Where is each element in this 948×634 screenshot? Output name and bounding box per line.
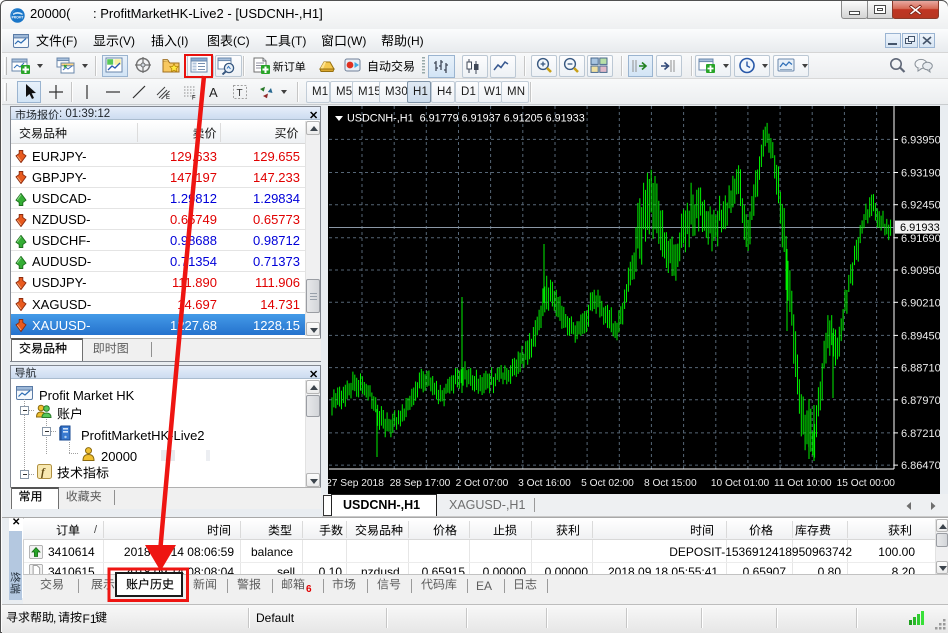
svg-text:6.93190: 6.93190 (901, 168, 940, 180)
svg-text:8 Oct 15:00: 8 Oct 15:00 (644, 478, 697, 489)
svg-text:6.86470: 6.86470 (901, 460, 940, 472)
svg-text:3 Oct 16:00: 3 Oct 16:00 (518, 478, 571, 489)
svg-text:E: E (166, 95, 170, 100)
svg-text:6.91933: 6.91933 (900, 222, 940, 234)
svg-text:15 Oct 00:00: 15 Oct 00:00 (837, 478, 896, 489)
svg-text:6.92450: 6.92450 (901, 200, 940, 212)
svg-text:5 Oct 02:00: 5 Oct 02:00 (581, 478, 634, 489)
svg-text:6.90210: 6.90210 (901, 297, 940, 309)
svg-text:11 Oct 10:00: 11 Oct 10:00 (774, 478, 832, 489)
svg-text:6.91690: 6.91690 (901, 233, 940, 245)
svg-text:USDCNH-,H1 6.91779 6.91937 6.: USDCNH-,H1 6.91779 6.91937 6.91205 6.919… (347, 113, 585, 125)
svg-text:T: T (237, 88, 243, 99)
svg-text:6.90950: 6.90950 (901, 265, 940, 277)
svg-text:27 Sep 2018: 27 Sep 2018 (328, 478, 384, 489)
svg-text:6.89450: 6.89450 (901, 330, 940, 342)
svg-text:6.87210: 6.87210 (901, 428, 940, 440)
svg-text:2 Oct 07:00: 2 Oct 07:00 (456, 478, 509, 489)
svg-text:6.88710: 6.88710 (901, 363, 940, 375)
svg-text:PROFIT: PROFIT (12, 16, 24, 20)
svg-text:6.93950: 6.93950 (901, 134, 940, 146)
svg-text:10 Oct 01:00: 10 Oct 01:00 (711, 478, 770, 489)
svg-text:28 Sep 17:00: 28 Sep 17:00 (390, 478, 451, 489)
svg-text:6.87970: 6.87970 (901, 395, 940, 407)
svg-text:F: F (192, 96, 196, 101)
